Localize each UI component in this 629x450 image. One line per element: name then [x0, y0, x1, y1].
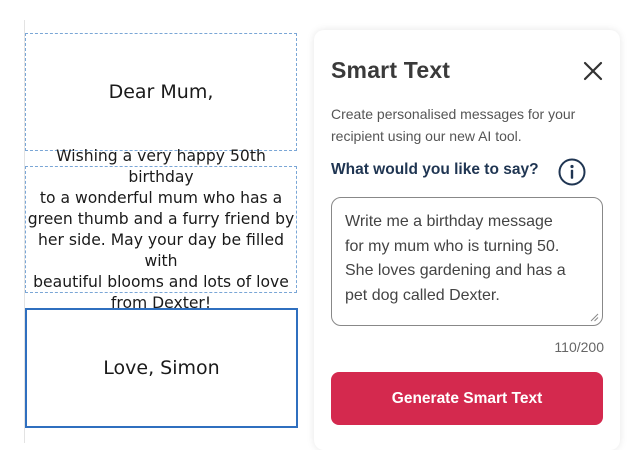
panel-description: Create personalised messages for your re…	[331, 103, 601, 147]
generate-smart-text-button[interactable]: Generate Smart Text	[331, 372, 603, 425]
prompt-textarea[interactable]: Write me a birthday message for my mum w…	[331, 197, 603, 326]
greeting-text: Dear Mum,	[108, 81, 214, 103]
panel-title: Smart Text	[331, 57, 451, 83]
greeting-textbox[interactable]: Dear Mum,	[25, 33, 297, 151]
close-button[interactable]	[580, 58, 606, 84]
description-line: Create personalised messages for your	[331, 106, 576, 122]
character-count: 110/200	[554, 339, 604, 355]
resize-grip-icon[interactable]	[589, 312, 599, 322]
card-canvas: Dear Mum, Wishing a very happy 50th birt…	[0, 0, 315, 443]
prompt-line: pet dog called Dexter.	[345, 286, 500, 304]
signoff-textbox[interactable]: Love, Simon	[25, 308, 298, 428]
prompt-line: for my mum who is turning 50.	[345, 237, 560, 255]
description-line: recipient using our new AI tool.	[331, 128, 522, 144]
prompt-line: She loves gardening and has a	[345, 262, 566, 279]
generate-button-label: Generate Smart Text	[391, 389, 543, 407]
message-line: green thumb and a furry friend by	[27, 209, 295, 228]
message-line: Wishing a very happy 50th birthday	[56, 146, 266, 186]
info-icon	[558, 158, 586, 186]
message-line: to a wonderful mum who has a	[39, 188, 283, 207]
prompt-question: What would you like to say?	[331, 161, 539, 178]
message-textbox[interactable]: Wishing a very happy 50th birthday to a …	[25, 147, 297, 312]
signoff-text: Love, Simon	[103, 357, 220, 379]
message-line: beautiful blooms and lots of love	[33, 272, 289, 291]
close-icon	[583, 61, 603, 81]
message-line: her side. May your day be filled with	[38, 230, 284, 270]
prompt-line: Write me a birthday message	[345, 213, 553, 230]
info-button[interactable]	[557, 157, 587, 187]
message-text: Wishing a very happy 50th birthday to a …	[27, 146, 295, 314]
